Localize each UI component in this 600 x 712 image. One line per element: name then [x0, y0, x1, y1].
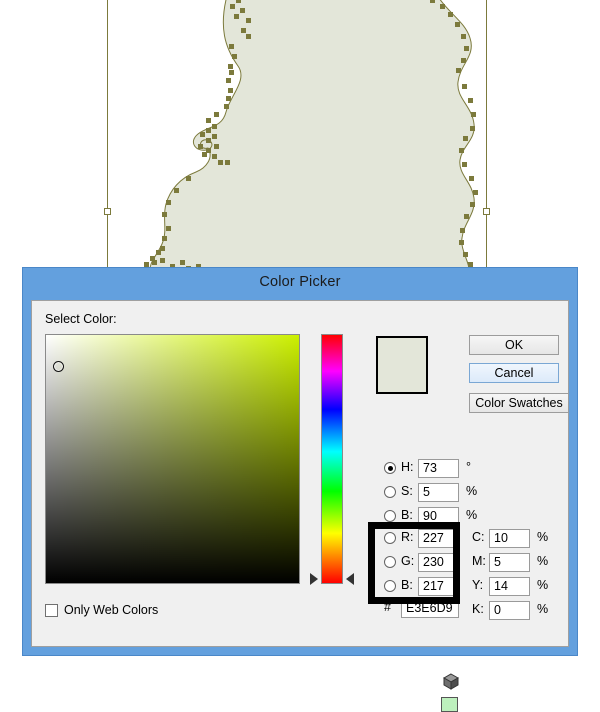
hue-input[interactable]: 73	[418, 459, 459, 478]
dialog-body: Select Color: OK Cancel Color Swatches H…	[31, 300, 569, 712]
vector-canvas[interactable]	[0, 0, 600, 275]
saturation-input[interactable]: 5	[418, 483, 459, 502]
black-input[interactable]: 0	[489, 601, 530, 620]
yellow-label: Y:	[472, 578, 484, 592]
dialog-title: Color Picker	[259, 274, 341, 290]
bbox-handle-right[interactable]	[483, 208, 490, 215]
color-preview-swatch	[376, 336, 428, 394]
hue-marker-left-icon[interactable]	[310, 573, 318, 585]
only-web-colors-label: Only Web Colors	[64, 603, 159, 617]
red-radio[interactable]	[384, 532, 396, 544]
green-label: G:	[401, 554, 415, 568]
green-input[interactable]: 230	[418, 553, 459, 572]
brightness-label: B:	[401, 508, 413, 522]
hue-unit: °	[466, 460, 471, 474]
hex-hash-label: #	[384, 600, 391, 614]
color-swatches-button[interactable]: Color Swatches	[469, 393, 569, 413]
ok-button[interactable]: OK	[469, 335, 559, 355]
hue-marker-right-icon[interactable]	[346, 573, 354, 585]
select-color-label: Select Color:	[45, 312, 117, 326]
color-picker-dialog: Color Picker Select Color: OK Cancel Col…	[22, 267, 578, 712]
red-input[interactable]: 227	[418, 529, 459, 548]
selected-artwork-path[interactable]	[0, 0, 600, 275]
magenta-input[interactable]: 5	[489, 553, 530, 572]
yellow-input[interactable]: 14	[489, 577, 530, 596]
saturation-radio[interactable]	[384, 486, 396, 498]
brightness-radio[interactable]	[384, 510, 396, 522]
artwork-shape[interactable]	[149, 0, 475, 275]
cyan-label: C:	[472, 530, 485, 544]
cancel-button[interactable]: Cancel	[469, 363, 559, 383]
blue-input[interactable]: 217	[418, 577, 459, 596]
only-web-colors-checkbox[interactable]	[45, 604, 58, 617]
blue-label: B:	[401, 578, 413, 592]
sb-marker[interactable]	[53, 361, 64, 372]
magenta-unit: %	[537, 554, 549, 568]
green-radio[interactable]	[384, 556, 396, 568]
hue-slider[interactable]	[321, 334, 343, 584]
blue-radio[interactable]	[384, 580, 396, 592]
black-label: K:	[472, 602, 484, 616]
dialog-titlebar[interactable]: Color Picker	[23, 268, 577, 297]
cyan-unit: %	[537, 530, 549, 544]
websafe-swatch-icon[interactable]	[441, 697, 458, 712]
bbox-handle-left[interactable]	[104, 208, 111, 215]
cyan-input[interactable]: 10	[489, 529, 530, 548]
brightness-input[interactable]: 90	[418, 507, 459, 526]
yellow-unit: %	[537, 578, 549, 592]
hue-label: H:	[401, 460, 414, 474]
magenta-label: M:	[472, 554, 486, 568]
hue-radio[interactable]	[384, 462, 396, 474]
hex-input[interactable]: E3E6D9	[401, 599, 459, 618]
saturation-unit: %	[466, 484, 478, 498]
black-unit: %	[537, 602, 549, 616]
cube-icon[interactable]	[442, 673, 460, 691]
brightness-unit: %	[466, 508, 478, 522]
saturation-label: S:	[401, 484, 413, 498]
red-label: R:	[401, 530, 414, 544]
saturation-brightness-field[interactable]	[45, 334, 300, 584]
